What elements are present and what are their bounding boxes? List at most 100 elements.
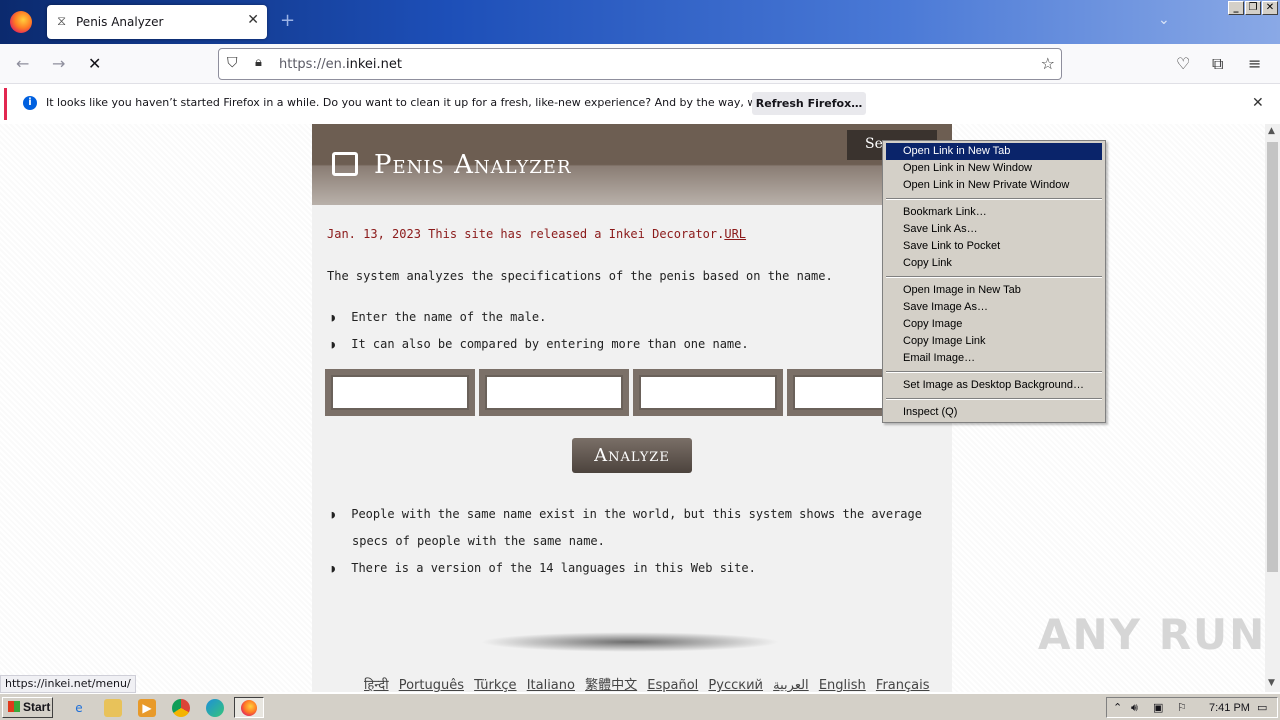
shield-icon[interactable]: ⛉ <box>227 55 238 71</box>
decorative-shadow <box>480 632 780 652</box>
menu-item-copy-image-link[interactable]: Copy Image Link <box>886 333 1102 350</box>
scroll-thumb[interactable] <box>1267 142 1278 572</box>
instruction-bullet: ◗ Enter the name of the male. <box>330 310 547 324</box>
menu-item-copy-image[interactable]: Copy Image <box>886 316 1102 333</box>
bullet-icon: ◗ <box>330 562 337 575</box>
scroll-down-icon[interactable]: ▼ <box>1268 678 1275 688</box>
language-link[interactable]: हिन्दी <box>364 678 389 692</box>
close-tab-icon[interactable]: ✕ <box>247 12 259 28</box>
chrome-icon[interactable] <box>172 699 190 717</box>
volume-icon[interactable]: 🔊︎ <box>1131 701 1138 715</box>
menu-separator <box>886 398 1102 400</box>
hourglass-icon: ⧖ <box>57 14 67 29</box>
network-icon[interactable]: ▣ <box>1153 701 1163 714</box>
notification-bar: i It looks like you haven’t started Fire… <box>4 88 1276 120</box>
name-input-2[interactable] <box>485 375 623 410</box>
chevron-down-icon[interactable]: ⌄ <box>1158 12 1170 28</box>
name-input-frame <box>325 369 475 416</box>
notification-text: It looks like you haven’t started Firefo… <box>46 96 831 109</box>
name-input-3[interactable] <box>639 375 777 410</box>
language-link[interactable]: Français <box>876 678 930 692</box>
language-link[interactable]: 繁體中文 <box>585 678 637 692</box>
menu-item-email-image[interactable]: Email Image… <box>886 350 1102 367</box>
windows-logo-icon <box>8 701 20 712</box>
language-link[interactable]: Português <box>399 678 464 692</box>
menu-item-open-image-new-tab[interactable]: Open Image in New Tab <box>886 282 1102 299</box>
menu-item-save-link-as[interactable]: Save Link As… <box>886 221 1102 238</box>
taskbar-firefox-button[interactable] <box>234 697 264 718</box>
site-title[interactable]: Penis Analyzer <box>374 150 572 180</box>
language-links: हिन्दी Português Türkçe Italiano 繁體中文 Es… <box>364 674 936 692</box>
news-line: Jan. 13, 2023 This site has released a I… <box>327 227 746 241</box>
action-center-flag-icon[interactable]: ⚐ <box>1177 701 1187 714</box>
close-notification-icon[interactable]: ✕ <box>1252 95 1264 111</box>
folder-icon[interactable] <box>104 699 122 717</box>
site-logo-icon[interactable] <box>332 152 358 176</box>
lock-icon[interactable]: 🔒︎ <box>255 55 262 70</box>
menu-item-save-image-as[interactable]: Save Image As… <box>886 299 1102 316</box>
language-link[interactable]: English <box>819 678 866 692</box>
info-bullet-continued: specs of people with the same name. <box>352 534 605 548</box>
site-banner: Penis Analyzer Se <box>312 124 952 205</box>
new-tab-icon[interactable]: + <box>280 10 295 31</box>
pocket-icon[interactable]: ♡ <box>1176 54 1190 73</box>
name-input-frame <box>479 369 629 416</box>
scroll-up-icon[interactable]: ▲ <box>1268 126 1275 136</box>
bullet-icon: ◗ <box>330 338 337 351</box>
extensions-icon[interactable]: ⧉ <box>1212 54 1223 74</box>
menu-item-open-link-private-window[interactable]: Open Link in New Private Window <box>886 177 1102 194</box>
firefox-logo-icon[interactable] <box>10 11 32 33</box>
site-container: Penis Analyzer Se Jan. 13, 2023 This sit… <box>312 124 952 692</box>
system-tray: ⌃ 🔊︎ ▣ ⚐ 7:41 PM ▭ <box>1106 697 1278 718</box>
active-tab[interactable]: ⧖ Penis Analyzer ✕ <box>47 5 267 39</box>
internet-explorer-icon[interactable]: e <box>70 699 88 717</box>
menu-hamburger-icon[interactable]: ≡ <box>1248 54 1261 73</box>
menu-item-copy-link[interactable]: Copy Link <box>886 255 1102 272</box>
restore-icon[interactable]: ❐ <box>1245 1 1261 15</box>
link-status-bar: https://inkei.net/menu/ <box>0 675 136 693</box>
language-link[interactable]: Italiano <box>527 678 575 692</box>
url-bar[interactable]: ⛉ 🔒︎ https://en.inkei.net ☆ <box>218 48 1062 80</box>
edge-icon[interactable] <box>206 699 224 717</box>
menu-item-open-link-new-tab[interactable]: Open Link in New Tab <box>886 143 1102 160</box>
navigation-toolbar: ← → ✕ ⛉ 🔒︎ https://en.inkei.net ☆ ♡ ⧉ ≡ <box>0 44 1280 84</box>
start-button[interactable]: Start <box>2 697 53 718</box>
back-arrow-icon[interactable]: ← <box>16 54 29 73</box>
language-link[interactable]: Español <box>647 678 698 692</box>
show-desktop-icon[interactable]: ▭ <box>1257 701 1267 714</box>
clock[interactable]: 7:41 PM <box>1209 702 1250 714</box>
name-input-1[interactable] <box>331 375 469 410</box>
menu-item-bookmark-link[interactable]: Bookmark Link… <box>886 204 1102 221</box>
anyrun-watermark: ANY RUN <box>1038 610 1267 659</box>
menu-separator <box>886 276 1102 278</box>
language-link[interactable]: Türkçe <box>474 678 516 692</box>
info-bullet: ◗ People with the same name exist in the… <box>330 507 922 521</box>
close-window-icon[interactable]: ✕ <box>1262 1 1278 15</box>
description-text: The system analyzes the specifications o… <box>327 269 833 283</box>
language-link[interactable]: Русский <box>708 678 763 692</box>
language-link[interactable]: العربية <box>773 678 809 692</box>
menu-separator <box>886 371 1102 373</box>
menu-item-open-link-new-window[interactable]: Open Link in New Window <box>886 160 1102 177</box>
info-icon: i <box>23 96 37 110</box>
bookmark-star-icon[interactable]: ☆ <box>1041 54 1055 73</box>
url-text[interactable]: https://en.inkei.net <box>279 57 402 72</box>
analyze-button[interactable]: Analyze <box>572 438 692 473</box>
show-hidden-icons-icon[interactable]: ⌃ <box>1113 701 1122 714</box>
menu-separator <box>886 198 1102 200</box>
menu-item-set-desktop-background[interactable]: Set Image as Desktop Background… <box>886 377 1102 394</box>
forward-arrow-icon[interactable]: → <box>52 54 65 73</box>
menu-item-inspect[interactable]: Inspect (Q) <box>886 404 1102 421</box>
stop-loading-icon[interactable]: ✕ <box>88 54 101 73</box>
minimize-icon[interactable]: _ <box>1228 1 1244 15</box>
media-player-icon[interactable]: ▶ <box>138 699 156 717</box>
tab-title: Penis Analyzer <box>76 15 164 29</box>
windows-taskbar: Start e ▶ ⌃ 🔊︎ ▣ ⚐ 7:41 PM ▭ <box>0 693 1280 720</box>
menu-item-save-link-to-pocket[interactable]: Save Link to Pocket <box>886 238 1102 255</box>
refresh-firefox-button[interactable]: Refresh Firefox… <box>752 92 866 115</box>
news-url-link[interactable]: URL <box>724 227 746 241</box>
vertical-scrollbar[interactable]: ▲ ▼ <box>1265 124 1280 692</box>
info-bullet: ◗ There is a version of the 14 languages… <box>330 561 756 575</box>
tab-strip: ⧖ Penis Analyzer ✕ + ⌄ _ ❐ ✕ <box>0 0 1280 44</box>
firefox-icon <box>241 700 257 716</box>
